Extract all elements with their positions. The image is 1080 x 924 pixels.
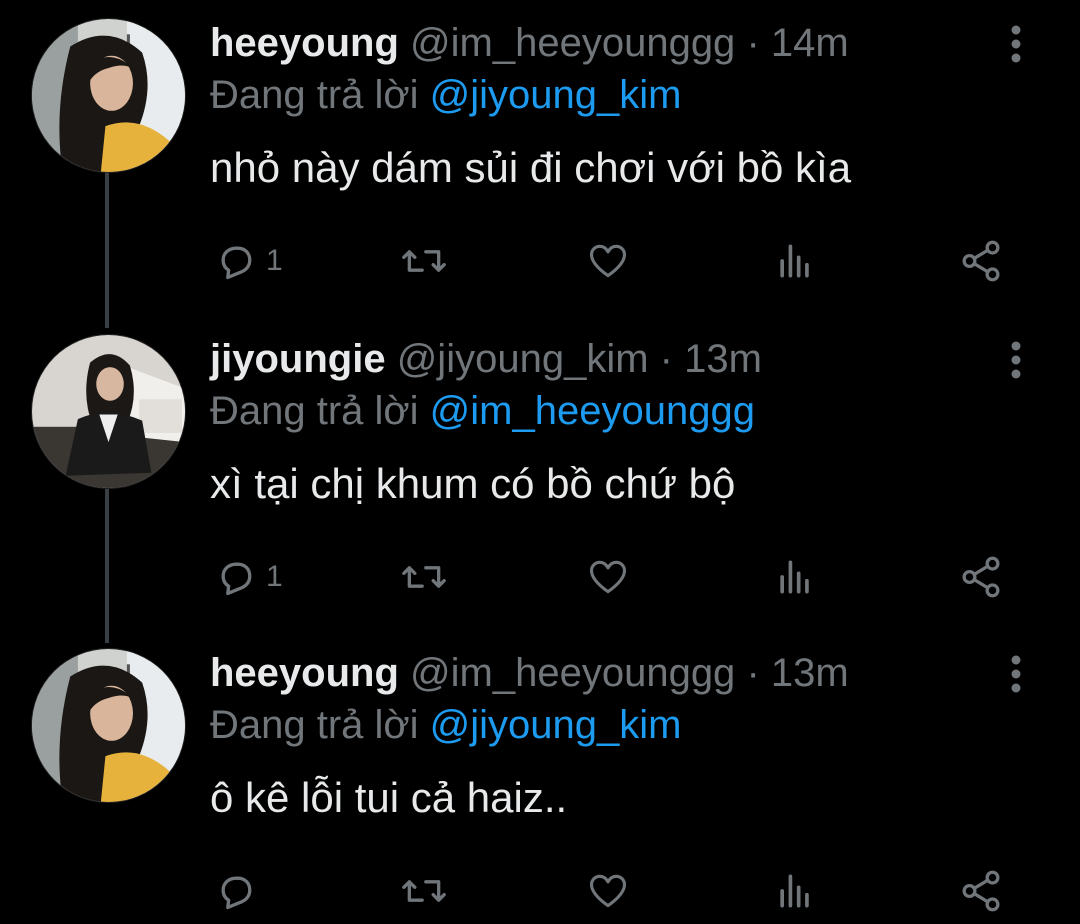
retweet-button[interactable] <box>398 236 450 286</box>
views-button[interactable] <box>774 236 816 286</box>
share-icon <box>962 870 1000 912</box>
like-button[interactable] <box>585 866 631 916</box>
share-button[interactable] <box>958 866 1004 916</box>
display-name[interactable]: heeyoung <box>210 21 399 65</box>
more-options-button[interactable] <box>996 22 1036 66</box>
more-vertical-icon <box>1011 341 1021 379</box>
share-icon <box>962 556 1000 598</box>
more-vertical-icon <box>1011 25 1021 63</box>
user-handle[interactable]: @jiyoung_kim <box>397 337 649 381</box>
replying-to-line: Đang trả lời @im_heeyounggg <box>210 386 755 436</box>
tweet-header: jiyoungie @jiyoung_kim · 13m <box>210 334 762 384</box>
replying-mention-link[interactable]: @im_heeyounggg <box>430 389 755 433</box>
heart-icon <box>589 874 627 908</box>
separator: · <box>659 337 673 381</box>
share-icon <box>962 240 1000 282</box>
tweet-header: heeyoung @im_heeyounggg · 14m <box>210 18 849 68</box>
retweet-icon <box>402 880 446 902</box>
tweet-actions: 1 <box>0 236 1080 286</box>
share-button[interactable] <box>958 552 1004 602</box>
avatar[interactable] <box>31 18 186 173</box>
more-options-button[interactable] <box>996 652 1036 696</box>
reply-count: 1 <box>266 244 283 277</box>
replying-prefix: Đang trả lời <box>210 703 419 747</box>
replying-mention-link[interactable]: @jiyoung_kim <box>430 703 682 747</box>
user-handle[interactable]: @im_heeyounggg <box>410 651 735 695</box>
replying-prefix: Đang trả lời <box>210 73 419 117</box>
reply-button[interactable] <box>214 866 266 916</box>
reply-icon <box>221 246 252 280</box>
avatar-photo-heeyoung <box>32 649 185 802</box>
views-button[interactable] <box>774 866 816 916</box>
retweet-button[interactable] <box>398 866 450 916</box>
reply-icon <box>221 562 252 596</box>
replying-mention-link[interactable]: @jiyoung_kim <box>430 73 682 117</box>
replying-to-line: Đang trả lời @jiyoung_kim <box>210 700 682 750</box>
replying-to-line: Đang trả lời @jiyoung_kim <box>210 70 682 120</box>
avatar-photo-heeyoung <box>32 19 185 172</box>
avatar[interactable] <box>31 334 186 489</box>
separator: · <box>746 21 760 65</box>
reply-button[interactable]: 1 <box>214 236 283 286</box>
timestamp[interactable]: 13m <box>771 651 849 695</box>
analytics-icon <box>780 874 809 908</box>
more-vertical-icon <box>1011 655 1021 693</box>
reply-count: 1 <box>266 560 283 593</box>
display-name[interactable]: heeyoung <box>210 651 399 695</box>
tweet-text: xì tại chị khum có bồ chứ bộ <box>210 460 736 507</box>
tweet-actions: 1 <box>0 552 1080 602</box>
avatar-photo-jiyoung <box>32 335 185 488</box>
timestamp[interactable]: 13m <box>684 337 762 381</box>
like-button[interactable] <box>585 552 631 602</box>
like-button[interactable] <box>585 236 631 286</box>
share-button[interactable] <box>958 236 1004 286</box>
tweet-text: ô kê lỗi tui cả haiz.. <box>210 774 568 821</box>
heart-icon <box>589 560 627 594</box>
analytics-icon <box>780 244 809 278</box>
tweet-actions <box>0 866 1080 916</box>
retweet-icon <box>402 566 446 588</box>
views-button[interactable] <box>774 552 816 602</box>
display-name[interactable]: jiyoungie <box>210 337 386 381</box>
analytics-icon <box>780 560 809 594</box>
reply-icon <box>221 876 252 910</box>
replying-prefix: Đang trả lời <box>210 389 419 433</box>
user-handle[interactable]: @im_heeyounggg <box>410 21 735 65</box>
more-options-button[interactable] <box>996 338 1036 382</box>
retweet-icon <box>402 250 446 272</box>
retweet-button[interactable] <box>398 552 450 602</box>
avatar[interactable] <box>31 648 186 803</box>
separator: · <box>746 651 760 695</box>
tweet-header: heeyoung @im_heeyounggg · 13m <box>210 648 849 698</box>
heart-icon <box>589 244 627 278</box>
reply-button[interactable]: 1 <box>214 552 283 602</box>
tweet-text: nhỏ này dám sủi đi chơi với bồ kìa <box>210 144 852 191</box>
timestamp[interactable]: 14m <box>771 21 849 65</box>
